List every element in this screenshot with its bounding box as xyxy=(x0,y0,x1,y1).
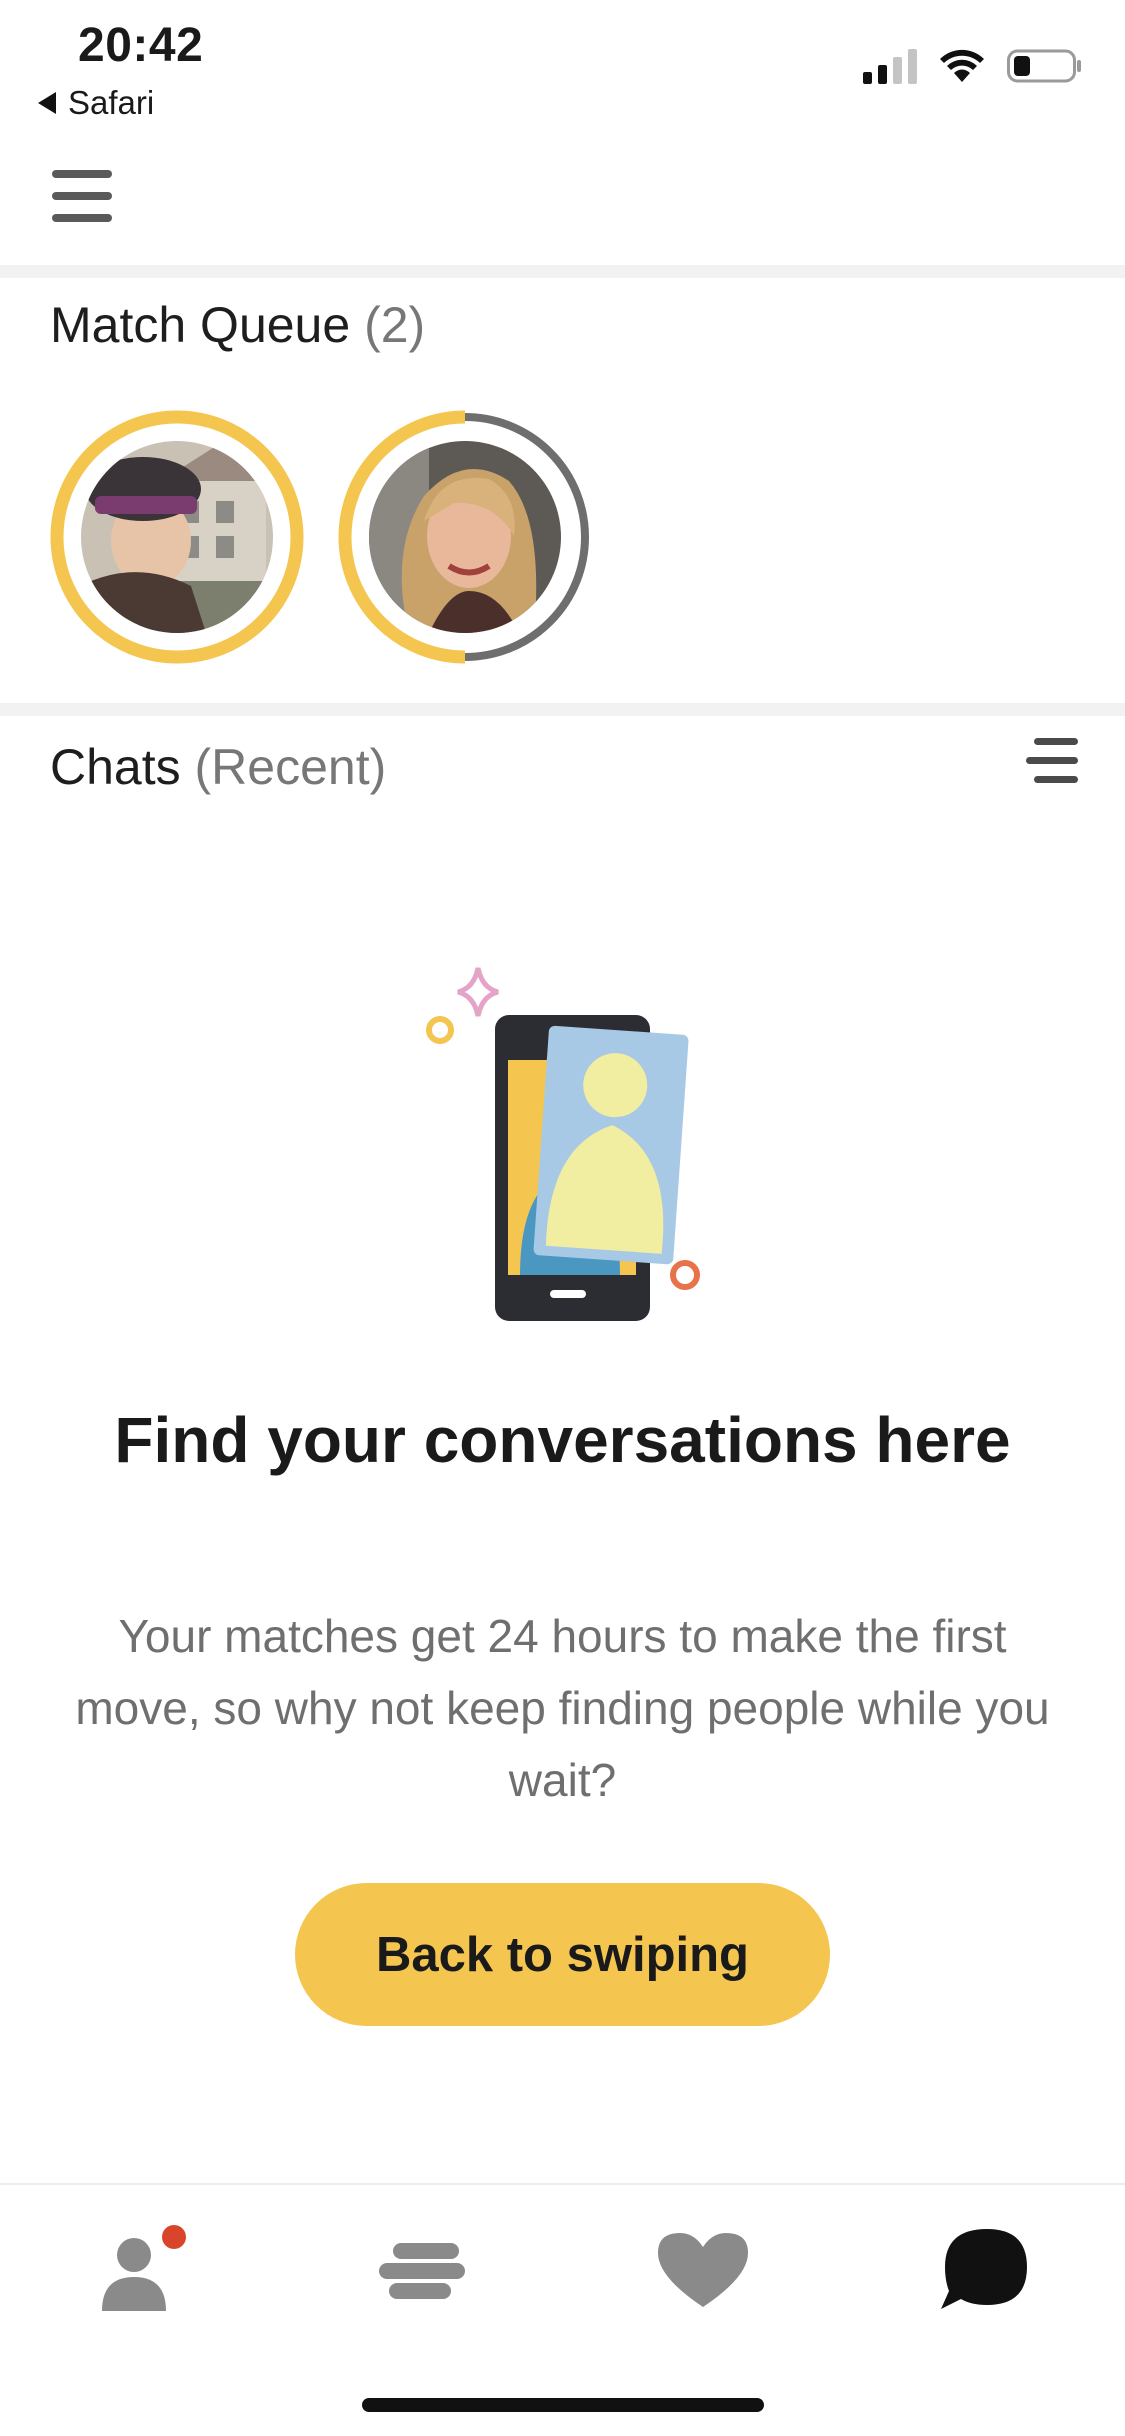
back-to-app-link[interactable]: Safari xyxy=(38,84,154,122)
match-avatar-2[interactable] xyxy=(336,408,594,666)
section-divider xyxy=(0,703,1125,716)
profile-icon xyxy=(102,2225,186,2311)
tab-chats[interactable] xyxy=(929,2215,1039,2325)
discover-icon xyxy=(379,2243,465,2299)
section-divider xyxy=(0,265,1125,278)
back-triangle-icon xyxy=(38,92,56,114)
wifi-icon xyxy=(940,49,984,82)
cellular-signal-icon xyxy=(863,48,917,84)
tab-profile[interactable] xyxy=(86,2215,196,2325)
match-queue-label: Match Queue xyxy=(50,297,351,353)
match-avatar-1[interactable] xyxy=(48,408,306,666)
match-1-photo xyxy=(81,441,273,633)
home-indicator xyxy=(362,2398,764,2412)
battery-icon xyxy=(1007,49,1081,83)
match-queue-count: (2) xyxy=(364,297,426,353)
hamburger-menu-icon[interactable] xyxy=(52,170,116,226)
empty-state-title: Find your conversations here xyxy=(114,1404,1011,1476)
sort-lines-icon[interactable] xyxy=(1026,736,1078,786)
tab-discover[interactable] xyxy=(367,2215,477,2325)
empty-state-description: Your matches get 24 hours to make the fi… xyxy=(75,1610,1050,1806)
phone-illustration-icon xyxy=(426,967,700,1321)
match-2-photo xyxy=(369,441,561,633)
chats-subtitle: (Recent) xyxy=(194,739,387,795)
status-bar: 20:42 Safari xyxy=(0,0,1125,130)
status-icons xyxy=(863,48,1083,84)
chats-label: Chats xyxy=(50,739,181,795)
back-app-label: Safari xyxy=(68,84,155,121)
status-time: 20:42 xyxy=(78,19,204,72)
notification-badge xyxy=(162,2225,186,2249)
top-header xyxy=(0,130,1125,267)
chats-title: Chats (Recent) xyxy=(50,738,386,796)
back-to-swiping-button[interactable]: Back to swiping xyxy=(295,1883,830,2026)
heart-icon xyxy=(658,2233,748,2307)
match-queue-title: Match Queue (2) xyxy=(50,296,425,354)
chat-bubble-icon xyxy=(941,2229,1027,2309)
tab-likes[interactable] xyxy=(648,2215,758,2325)
